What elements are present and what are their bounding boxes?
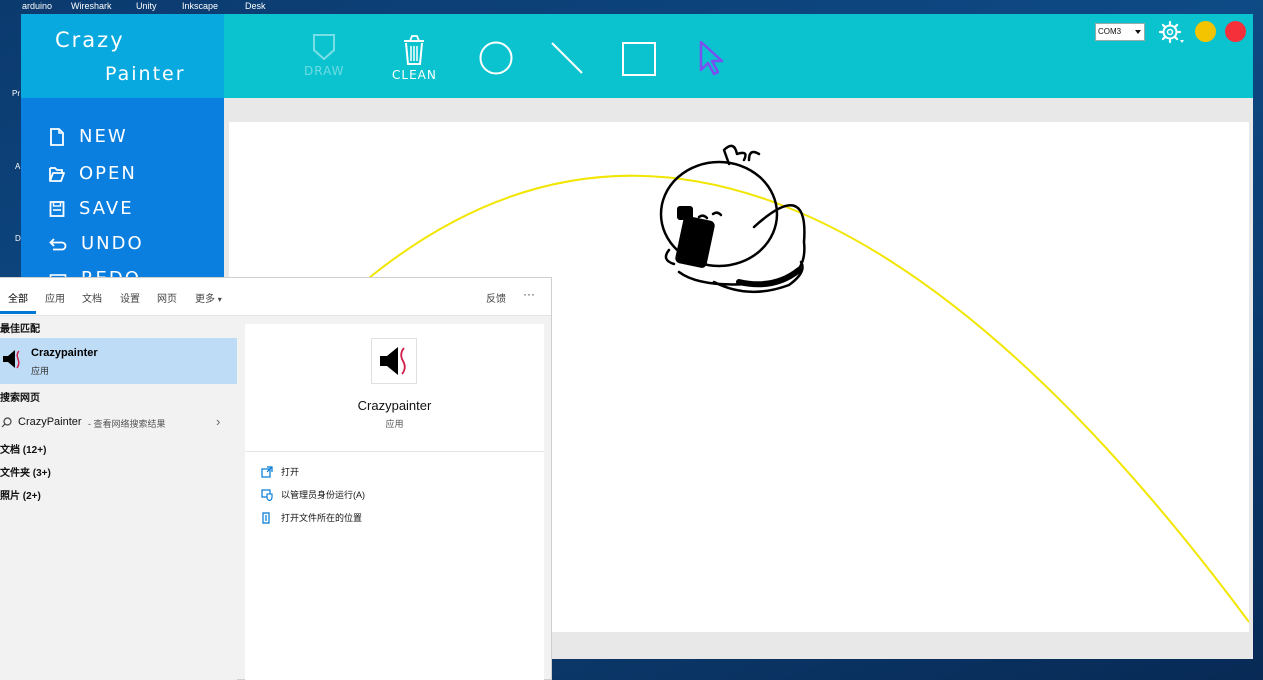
rectangle-icon (622, 42, 656, 76)
chevron-down-icon (1135, 30, 1141, 34)
tab-all[interactable]: 全部 (8, 290, 28, 305)
feedback-link[interactable]: 反馈 (486, 290, 506, 305)
menu-label-open: OPEN (79, 163, 137, 184)
menu-label-new: NEW (79, 126, 128, 147)
undo-icon (49, 237, 67, 250)
open-folder-icon (49, 166, 65, 182)
hand-shape (677, 206, 693, 220)
best-match-heading: 最佳匹配 (0, 324, 40, 335)
app-title-line2: Painter (105, 63, 186, 85)
crazypainter-app-icon (3, 350, 20, 369)
start-search-panel: 全部 应用 文档 设置 网页 更多 ▾ 反馈 ··· 最佳匹配 Crazypai… (0, 277, 552, 680)
tab-more[interactable]: 更多 ▾ (195, 290, 222, 305)
app-title-line1: Crazy (55, 28, 125, 52)
web-search-item[interactable]: CrazyPainter - 查看网络搜索结果 › (0, 414, 237, 434)
search-tabs: 全部 应用 文档 设置 网页 更多 ▾ 反馈 ··· (0, 278, 551, 316)
web-search-hint: - 查看网络搜索结果 (88, 419, 166, 429)
crazypainter-app-icon (371, 338, 417, 384)
best-match-type: 应用 (31, 366, 50, 376)
web-search-query: CrazyPainter (18, 416, 82, 428)
circle-icon (479, 41, 513, 75)
settings-button[interactable] (1158, 20, 1185, 49)
search-icon (1, 417, 12, 428)
action-run-as-admin[interactable]: 以管理员身份运行(A) (261, 488, 365, 501)
tab-documents[interactable]: 文档 (82, 290, 102, 305)
desktop-shortcut-wireshark[interactable]: Wireshark (71, 1, 112, 11)
shield-icon (313, 34, 336, 61)
tab-apps[interactable]: 应用 (45, 290, 65, 305)
chevron-right-icon: › (216, 414, 221, 429)
speaker-icon (380, 347, 406, 375)
clean-tool-label: CLEAN (392, 68, 437, 82)
draw-tool-label: DRAW (304, 64, 345, 78)
tab-settings[interactable]: 设置 (120, 290, 140, 305)
detail-app-name: Crazypainter (357, 398, 432, 413)
new-file-icon (50, 127, 64, 146)
line-tool-button[interactable] (549, 40, 585, 76)
search-results-list: 最佳匹配 Crazypainter 应用 搜索网页 CrazyPainter -… (0, 316, 237, 680)
menu-item-new[interactable]: NEW (49, 126, 128, 147)
desktop-shortcut-labels: arduino Wireshark Unity Inkscape Desk (0, 0, 1263, 14)
menu-item-save[interactable]: SAVE (49, 198, 134, 219)
minimize-button[interactable] (1195, 21, 1216, 42)
action-open[interactable]: 打开 (261, 465, 299, 478)
action-open-file-location[interactable]: 打开文件所在的位置 (261, 511, 362, 524)
active-tab-indicator (0, 311, 36, 314)
trash-icon (404, 35, 425, 65)
app-logo: Crazy Painter (21, 14, 224, 98)
more-options-icon[interactable]: ··· (523, 287, 535, 301)
chevron-down-icon: ▾ (217, 295, 222, 304)
file-location-icon (262, 511, 270, 524)
action-open-label: 打开 (281, 467, 300, 477)
desktop-shortcut-arduino[interactable]: arduino (22, 1, 52, 11)
menu-label-undo: UNDO (81, 233, 144, 254)
line-icon (551, 42, 583, 74)
save-icon (49, 200, 65, 217)
category-documents[interactable]: 文档 (12+) (0, 441, 46, 456)
tab-more-label: 更多 (195, 294, 215, 305)
gear-icon (1158, 20, 1184, 44)
app-detail-header: Crazypainter 应用 (245, 324, 544, 452)
menu-label-save: SAVE (79, 198, 134, 219)
tab-web[interactable]: 网页 (157, 290, 177, 305)
close-button[interactable] (1225, 21, 1246, 42)
web-search-heading: 搜索网页 (0, 393, 40, 404)
action-open-file-location-label: 打开文件所在的位置 (281, 513, 363, 523)
serial-port-value: COM3 (1098, 27, 1122, 36)
clean-tool-button[interactable]: CLEAN (392, 32, 437, 82)
phone-shape (675, 216, 715, 268)
best-match-item[interactable]: Crazypainter 应用 (0, 338, 237, 384)
menu-item-undo[interactable]: UNDO (49, 233, 144, 254)
action-run-as-admin-label: 以管理员身份运行(A) (281, 490, 365, 500)
admin-shield-icon (261, 488, 273, 501)
draw-tool-button[interactable]: DRAW (304, 32, 345, 78)
category-photos[interactable]: 照片 (2+) (0, 487, 41, 502)
open-icon (261, 465, 273, 478)
toolbar: Crazy Painter DRAW CLEAN COM3 (21, 14, 1253, 98)
rectangle-tool-button[interactable] (621, 41, 657, 77)
desktop-fragment: D (15, 234, 21, 243)
sidebar-menu: NEW OPEN SAVE UNDO (21, 98, 224, 289)
menu-item-open[interactable]: OPEN (49, 163, 137, 184)
best-match-name: Crazypainter (31, 347, 98, 359)
desktop-shortcut-inkscape[interactable]: Inkscape (182, 1, 218, 11)
circle-tool-button[interactable] (478, 40, 514, 76)
detail-app-type: 应用 (385, 419, 404, 429)
app-detail-pane: Crazypainter 应用 打开 以管理员身份运行(A) 打开文件所在的位置 (245, 324, 544, 680)
desktop-shortcut-unity[interactable]: Unity (136, 1, 157, 11)
desktop-fragment: A (15, 162, 21, 171)
serial-port-select[interactable]: COM3 (1095, 23, 1145, 41)
desktop-fragment: Pr (12, 89, 20, 98)
desktop-shortcut-desk[interactable]: Desk (245, 1, 266, 11)
category-folders[interactable]: 文件夹 (3+) (0, 464, 51, 479)
select-tool-button[interactable] (697, 40, 727, 76)
cursor-icon (699, 40, 724, 76)
